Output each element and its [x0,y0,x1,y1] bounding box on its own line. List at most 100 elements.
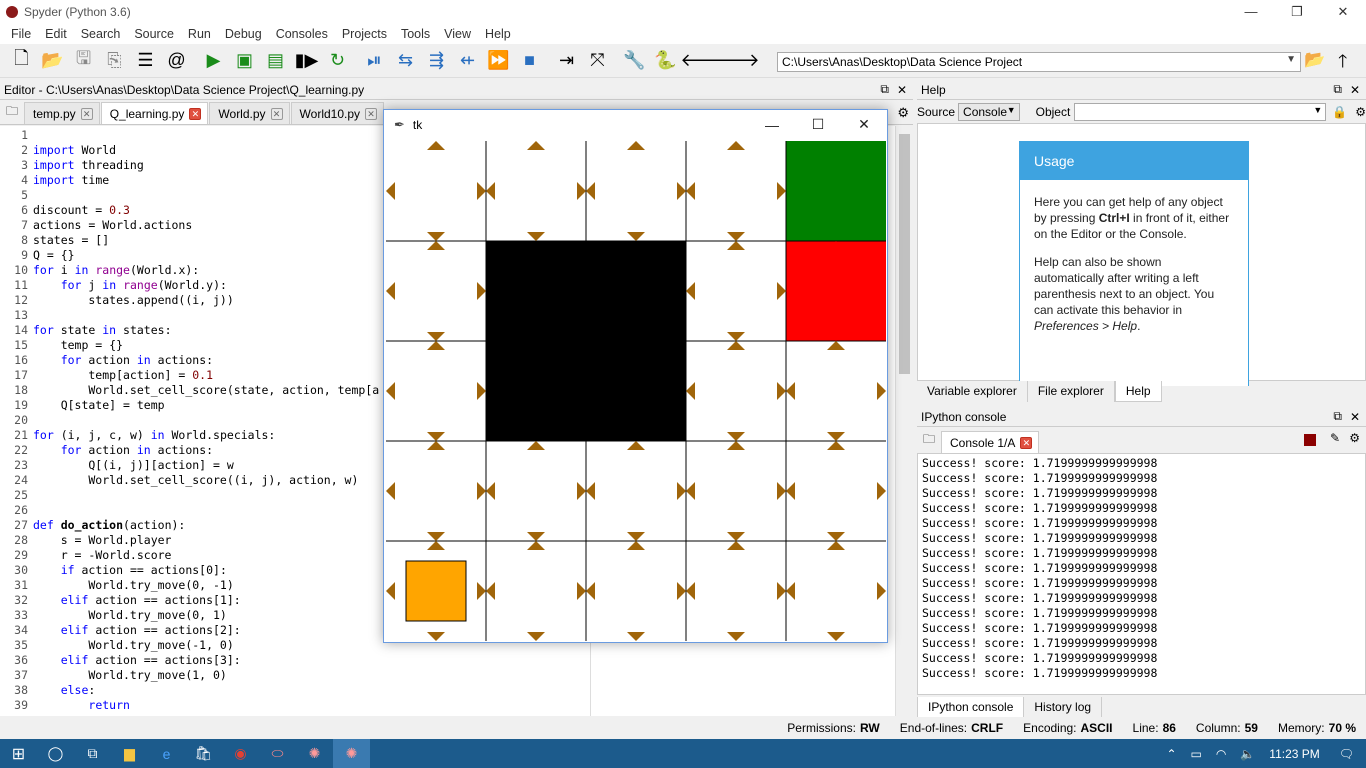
run-icon[interactable]: ▶ [200,47,227,74]
python-path-icon[interactable]: 🐍 [652,47,679,74]
menu-edit[interactable]: Edit [38,27,74,41]
debug-icon[interactable]: ⏯ [361,47,388,74]
forward-arrow-icon[interactable]: 🡒 [711,47,759,74]
menu-view[interactable]: View [437,27,478,41]
undock-icon[interactable]: ⧉ [880,82,889,97]
continue-icon[interactable]: ⏩ [485,47,512,74]
working-directory-combo[interactable]: C:\Users\Anas\Desktop\Data Science Proje… [777,52,1301,72]
help-options-gear-icon[interactable]: ⚙ [1355,105,1366,119]
code-line: 35 World.try_move(-1, 0) [0,638,379,653]
parent-dir-icon[interactable]: 🡑 [1338,49,1347,79]
undock-icon[interactable]: ⧉ [1333,82,1342,97]
editor-options-gear-icon[interactable]: ⚙ [897,105,909,121]
save-all-icon[interactable]: ⎘ [101,47,128,74]
edge-icon[interactable]: e [148,739,185,768]
tab-help[interactable]: Help [1114,381,1162,402]
spyder-taskbar-icon[interactable]: ✺ [296,739,333,768]
close-tab-icon[interactable]: ✕ [189,107,202,120]
new-file-icon[interactable]: 🗋 [8,47,35,74]
store-icon[interactable]: 🛍 [185,739,222,768]
object-input[interactable]: ▼ [1074,102,1327,121]
menu-consoles[interactable]: Consoles [269,27,335,41]
tab-world10[interactable]: World10.py ✕ [290,102,385,124]
tk-window[interactable]: ✒ tk — ☐ ✕ [383,109,888,643]
list-icon[interactable]: ☰ [132,47,159,74]
wifi-icon[interactable]: ◠ [1209,747,1233,761]
tk-minimize-button[interactable]: — [749,110,795,139]
close-pane-icon[interactable]: ✕ [1350,83,1360,97]
gridworld-canvas[interactable] [386,141,886,641]
close-tab-icon[interactable]: ✕ [80,107,93,120]
run-selection-icon[interactable]: ▮▶ [293,47,320,74]
maximize-button[interactable]: ❐ [1274,0,1320,23]
source-select[interactable]: Console ▼ [958,102,1020,121]
browse-folder-icon[interactable]: 📂 [1304,50,1325,70]
browse-tabs-icon[interactable]: 🗀 [0,102,24,123]
menu-debug[interactable]: Debug [218,27,269,41]
menu-source[interactable]: Source [127,27,181,41]
tab-world[interactable]: World.py ✕ [209,102,290,124]
tab-variable-explorer[interactable]: Variable explorer [917,381,1028,402]
scrollbar-thumb[interactable] [899,134,910,374]
rerun-icon[interactable]: ↻ [324,47,351,74]
editor-scrollbar[interactable] [895,126,913,716]
close-tab-icon[interactable]: ✕ [1020,436,1033,449]
search-icon[interactable]: ◯ [37,739,74,768]
stop-kernel-icon[interactable] [1304,434,1316,446]
tab-ipython-console[interactable]: IPython console [917,697,1025,718]
step-icon[interactable]: ⇆ [392,47,419,74]
spyder-active-taskbar-icon[interactable]: ✺ [333,739,370,768]
undock-icon[interactable]: ⧉ [1333,409,1342,424]
close-tab-icon[interactable]: ✕ [270,107,283,120]
lock-icon[interactable]: 🔒 [1332,105,1347,119]
task-view-icon[interactable]: ⧉ [74,739,111,768]
menu-help[interactable]: Help [478,27,518,41]
eraser-icon[interactable]: ✎ [1330,431,1340,445]
tk-maximize-button[interactable]: ☐ [795,110,841,139]
step-return-icon[interactable]: ⇷ [454,47,481,74]
stop-debug-icon[interactable]: ■ [516,47,543,74]
tk-close-button[interactable]: ✕ [841,110,887,139]
open-file-icon[interactable]: 📂 [39,47,66,74]
close-pane-icon[interactable]: ✕ [1350,410,1360,424]
preferences-icon[interactable]: 🔧 [621,47,648,74]
close-pane-icon[interactable]: ✕ [897,83,907,97]
console-options-gear-icon[interactable]: ⚙ [1349,431,1360,445]
battery-icon[interactable]: ▭ [1184,747,1209,761]
at-icon[interactable]: @ [163,47,190,74]
clock[interactable]: 11:23 PM [1262,747,1326,761]
volume-icon[interactable]: 🔈 [1233,747,1262,761]
menu-tools[interactable]: Tools [394,27,437,41]
chevron-down-icon[interactable]: ▼ [1286,54,1296,65]
console-output[interactable]: Success! score: 1.7199999999999998 Succes… [917,453,1366,695]
system-tray: ⌃ ▭ ◠ 🔈 11:23 PM 🗨 [1159,739,1366,768]
minimize-button[interactable]: — [1228,0,1274,23]
code-text: states.append((i, j)) [33,293,234,307]
run-cell-icon[interactable]: ▣ [231,47,258,74]
menu-file[interactable]: File [4,27,38,41]
chevron-up-icon[interactable]: ⌃ [1159,747,1183,761]
start-icon[interactable]: ⊞ [0,739,37,768]
tab-console-1a[interactable]: Console 1/A ✕ [941,431,1040,453]
step-into-icon[interactable]: ⇶ [423,47,450,74]
tab-file-explorer[interactable]: File explorer [1028,381,1115,402]
close-button[interactable]: ✕ [1320,0,1366,23]
run-cell-advance-icon[interactable]: ▤ [262,47,289,74]
maximize-pane-icon[interactable]: ⇥ [553,47,580,74]
menu-run[interactable]: Run [181,27,218,41]
tab-temp[interactable]: temp.py ✕ [24,102,100,124]
close-tab-icon[interactable]: ✕ [365,107,378,120]
console-line: Success! score: 1.7199999999999998 [922,516,1158,530]
tab-q-learning[interactable]: Q_learning.py ✕ [100,102,209,124]
tab-history-log[interactable]: History log [1024,697,1103,718]
menu-search[interactable]: Search [74,27,128,41]
usage-title: Usage [1020,142,1248,180]
anaconda-icon[interactable]: ⬭ [259,739,296,768]
fullscreen-icon[interactable]: ⤧ [584,47,611,74]
notifications-icon[interactable]: 🗨 [1327,747,1366,761]
chrome-icon[interactable]: ◉ [222,739,259,768]
menu-projects[interactable]: Projects [335,27,394,41]
file-explorer-icon[interactable]: ▆ [111,739,148,768]
save-icon[interactable]: 🖫 [70,47,97,74]
browse-tabs-icon[interactable]: 🗀 [917,430,941,451]
